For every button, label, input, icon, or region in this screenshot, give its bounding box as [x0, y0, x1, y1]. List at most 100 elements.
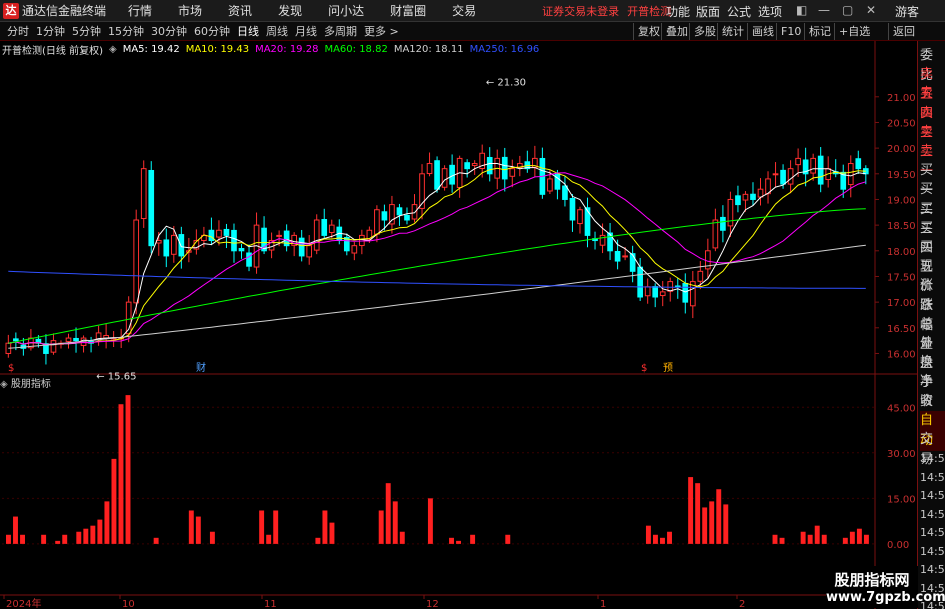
indicator-bar — [55, 540, 61, 544]
side-item[interactable]: 14:56 — [920, 486, 945, 506]
menu-trade[interactable]: 交易 — [452, 2, 476, 19]
app-window: 达 通达信金融终端 行情 市场 资讯 发现 问小达 财富圈 交易 证券交易未登录… — [0, 0, 945, 609]
watermark: 股朋指标网 www.7gpzb.com — [826, 566, 945, 608]
candle-body — [133, 219, 140, 304]
side-item[interactable]: 14:56 — [920, 449, 945, 469]
side-item[interactable]: 14:56 — [920, 542, 945, 562]
indicator-bar — [779, 537, 785, 544]
menu-ask[interactable]: 问小达 — [328, 2, 364, 19]
indicator-bar — [652, 534, 658, 544]
price-tick-label: 20.50 — [887, 118, 916, 129]
multi-stock-button[interactable]: 多股 — [689, 23, 720, 40]
candle-body — [351, 245, 358, 254]
period-more[interactable]: 更多 > — [364, 23, 399, 39]
menu-function[interactable]: 功能 — [666, 3, 690, 20]
f10-button[interactable]: F10 — [776, 23, 805, 40]
side-item[interactable]: 14:56 — [920, 505, 945, 525]
period-multi[interactable]: 多周期 — [324, 23, 357, 39]
indicator-bar — [62, 534, 68, 544]
indicator-settings-icon[interactable]: ◈ — [0, 379, 8, 390]
watermark-url: www.7gpzb.com — [826, 590, 945, 605]
draw-button[interactable]: 画线 — [747, 23, 778, 40]
period-60min[interactable]: 60分钟 — [194, 23, 230, 39]
candle-body — [742, 193, 749, 201]
indicator-bar — [667, 531, 672, 544]
indicator-bar — [399, 531, 405, 544]
menu-options[interactable]: 选项 — [758, 3, 782, 20]
menu-wealth[interactable]: 财富圈 — [390, 2, 426, 19]
candle-body — [810, 157, 816, 174]
app-logo: 达 — [3, 2, 19, 19]
indicator-tick-label: 0.00 — [887, 540, 909, 551]
indicator-bar — [6, 534, 11, 544]
candle-body — [855, 158, 862, 170]
login-status[interactable]: 证券交易未登录 — [542, 3, 619, 19]
period-15min[interactable]: 15分钟 — [108, 23, 144, 39]
event-marker: $ — [8, 363, 14, 374]
watermark-title: 股朋指标网 — [834, 571, 910, 589]
candle-body — [847, 163, 854, 186]
date-label: 10 — [122, 599, 135, 609]
high-price-label: ← 21.30 — [486, 77, 526, 88]
candle-body — [426, 163, 433, 175]
close-icon[interactable]: ✕ — [866, 3, 876, 17]
restore-icon[interactable]: ◧ — [796, 3, 807, 17]
stats-button[interactable]: 统计 — [717, 23, 748, 40]
indicator-bar — [842, 537, 848, 544]
candle-body — [787, 168, 794, 185]
period-30min[interactable]: 30分钟 — [151, 23, 187, 39]
mark-button[interactable]: 标记 — [804, 23, 835, 40]
indicator-bar — [259, 510, 265, 544]
candle-body — [577, 209, 583, 225]
candle-body — [509, 168, 516, 177]
indicator-bar — [505, 534, 511, 544]
overlay-button[interactable]: 叠加 — [661, 23, 692, 40]
date-label: 2024年 — [6, 597, 41, 609]
indicator-bar — [273, 510, 279, 544]
add-watchlist-button[interactable]: +自选 — [834, 23, 874, 40]
indicator-name: 股朋指标 — [10, 379, 51, 390]
period-monthly[interactable]: 月线 — [295, 23, 317, 39]
indicator-bar — [709, 501, 715, 544]
period-daily[interactable]: 日线 — [237, 23, 259, 39]
side-item[interactable]: 14:56 — [920, 468, 945, 488]
period-intraday[interactable]: 分时 — [7, 23, 29, 39]
side-item[interactable]: 14:56 — [920, 523, 945, 543]
menu-news[interactable]: 资讯 — [228, 2, 252, 19]
candle-body — [140, 168, 147, 220]
minimize-icon[interactable]: — — [818, 3, 830, 17]
event-marker: 财 — [196, 361, 206, 374]
menu-layout[interactable]: 版面 — [696, 3, 720, 20]
candle-body — [306, 245, 313, 258]
menu-quotes[interactable]: 行情 — [128, 2, 152, 19]
back-button[interactable]: 返回 — [888, 23, 919, 40]
candle-body — [359, 234, 365, 247]
candle-body — [65, 337, 72, 342]
candle-body — [374, 209, 380, 235]
side-item[interactable]: 14:56 — [920, 560, 945, 580]
indicator-bar — [427, 498, 433, 544]
menu-formula[interactable]: 公式 — [727, 3, 751, 20]
indicator-bar — [449, 537, 454, 544]
menu-discover[interactable]: 发现 — [278, 2, 302, 19]
candle-body — [614, 251, 621, 262]
period-1min[interactable]: 1分钟 — [36, 23, 65, 39]
period-weekly[interactable]: 周线 — [266, 23, 288, 39]
indicator-bar — [315, 537, 321, 544]
guest-label[interactable]: 游客 — [895, 3, 919, 20]
candle-body — [562, 185, 568, 200]
indicator-bar — [76, 531, 82, 544]
candle-body — [735, 195, 741, 206]
indicator-bar — [153, 537, 159, 544]
period-5min[interactable]: 5分钟 — [72, 23, 101, 39]
candle-body — [697, 270, 704, 282]
price-chart[interactable]: 21.0020.5020.0019.5019.0018.5018.0017.50… — [0, 41, 917, 609]
candle-body — [599, 234, 606, 246]
adjust-button[interactable]: 复权 — [633, 23, 664, 40]
candle-body — [276, 234, 282, 237]
menu-market[interactable]: 市场 — [178, 2, 202, 19]
low-price-label: ← 15.65 — [96, 371, 136, 382]
indicator-bar — [849, 531, 855, 544]
candle-body — [547, 178, 553, 192]
maximize-icon[interactable]: ▢ — [842, 3, 853, 17]
